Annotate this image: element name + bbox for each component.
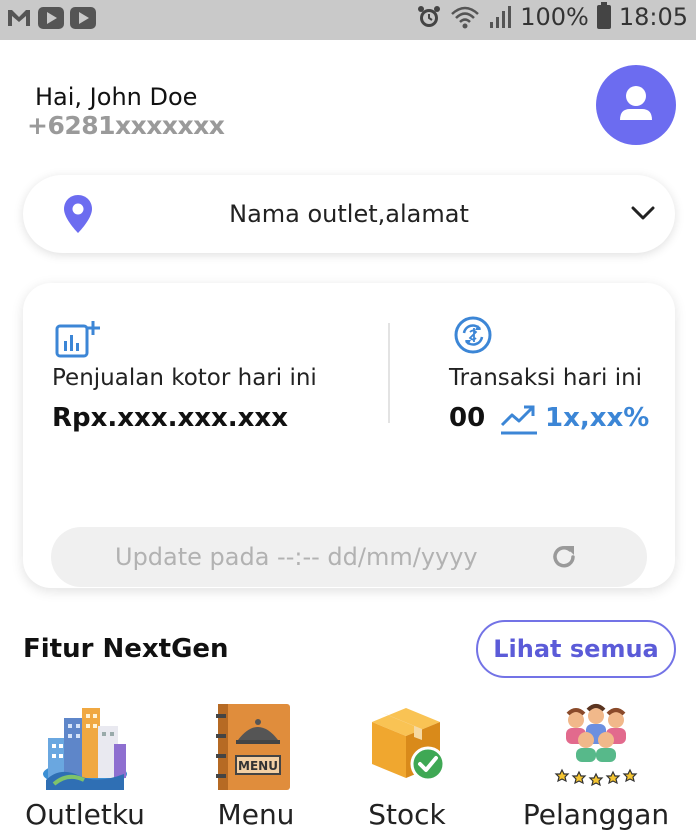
gmail-notification-icon	[6, 7, 32, 29]
battery-icon	[596, 2, 611, 29]
gross-sales-label: Penjualan kotor hari ini	[52, 365, 317, 391]
transactions-change: 1x,xx%	[545, 403, 650, 433]
clock: 18:05	[618, 3, 688, 31]
stats-divider	[388, 323, 390, 423]
youtube-notification-icon	[70, 7, 96, 29]
youtube-notification-icon	[38, 7, 64, 29]
feature-label: Stock	[368, 798, 446, 831]
stock-box-icon	[372, 708, 446, 782]
refresh-icon[interactable]	[549, 542, 579, 572]
feature-label: Menu	[217, 798, 295, 831]
feature-outletku[interactable]: Outletku	[25, 700, 145, 831]
menu-book-icon: MENU	[216, 704, 290, 790]
chevron-down-icon	[631, 206, 655, 220]
update-bar: Update pada --:-- dd/mm/yyyy	[51, 527, 647, 587]
see-all-button[interactable]: Lihat semua	[476, 620, 676, 678]
features-section-title: Fitur NextGen	[23, 634, 229, 664]
feature-label: Outletku	[25, 798, 145, 831]
status-bar: 100% 18:05	[0, 0, 696, 40]
battery-percent: 100%	[520, 3, 589, 31]
transactions-label: Transaksi hari ini	[449, 365, 643, 391]
wifi-icon	[451, 6, 480, 29]
greeting-text: Hai, John Doe	[35, 83, 198, 111]
outlet-selector[interactable]: Nama outlet,alamat	[23, 175, 675, 253]
last-update-text: Update pada --:-- dd/mm/yyyy	[115, 543, 478, 571]
transaction-cycle-icon	[454, 316, 492, 354]
gross-sales-value: Rpx.xxx.xxx.xxx	[52, 403, 288, 433]
city-buildings-icon	[43, 708, 127, 790]
trending-up-icon	[500, 405, 537, 435]
feature-pelanggan[interactable]: Pelanggan	[523, 700, 669, 831]
daily-summary-card: Penjualan kotor hari ini Rpx.xxx.xxx.xxx…	[23, 283, 675, 588]
svg-text:MENU: MENU	[238, 759, 278, 773]
alarm-icon	[418, 6, 441, 27]
feature-menu[interactable]: MENU Menu	[214, 700, 298, 831]
profile-avatar-button[interactable]	[596, 65, 676, 145]
feature-stock[interactable]: Stock	[366, 700, 448, 831]
phone-number: +6281xxxxxxx	[27, 111, 225, 140]
sales-chart-icon	[55, 321, 100, 358]
signal-icon	[490, 6, 512, 28]
transactions-value: 00	[449, 403, 486, 433]
user-icon	[620, 86, 652, 120]
outlet-label: Nama outlet,alamat	[229, 200, 469, 228]
feature-label: Pelanggan	[522, 798, 670, 831]
customers-icon	[554, 704, 638, 787]
